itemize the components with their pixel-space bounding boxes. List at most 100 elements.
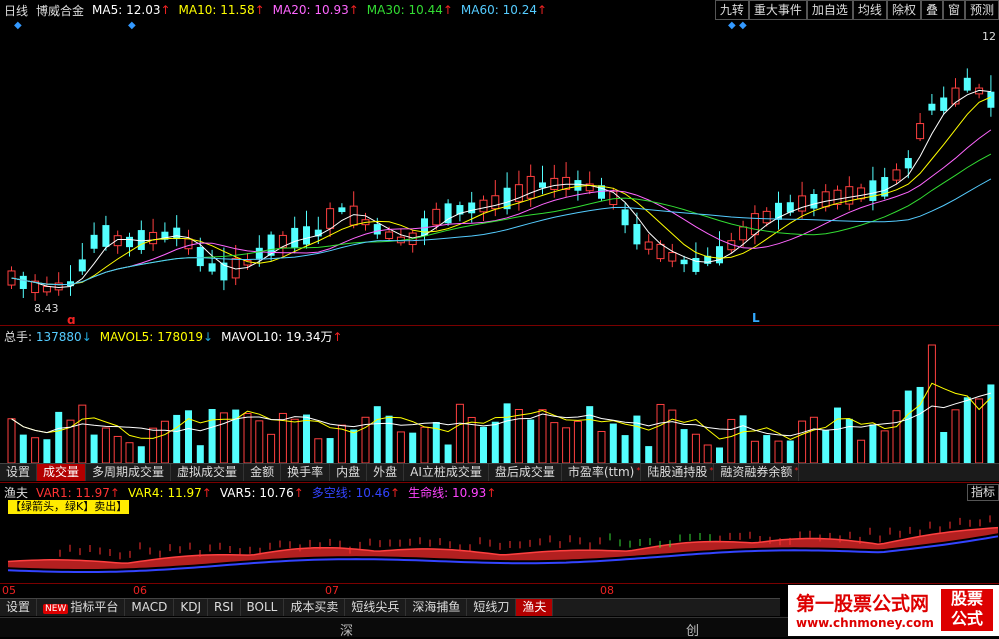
pane-divider[interactable]	[0, 325, 999, 326]
candle-body	[928, 103, 936, 111]
indicator-button[interactable]: 指标	[966, 484, 999, 501]
vol-tab-2[interactable]: 多周期成交量	[86, 464, 172, 481]
candle-body	[869, 180, 877, 201]
stock-name: 博威合金	[36, 3, 85, 18]
site-watermark: 第一股票公式网 www.chnmoney.com 股票 公式	[788, 585, 999, 636]
volume-bar	[173, 414, 181, 463]
vol-tab-1[interactable]: 成交量	[37, 464, 87, 481]
overlay-button[interactable]: 叠	[920, 0, 943, 20]
new-badge: NEW	[43, 604, 69, 614]
volume-bar	[940, 432, 948, 463]
volume-bar	[904, 390, 912, 463]
ma-line	[11, 178, 992, 286]
volume-bar	[562, 427, 571, 464]
volume-bar	[691, 433, 700, 464]
candlesticks	[7, 68, 995, 301]
candle-body	[656, 243, 665, 260]
signal-marker-q: q	[67, 313, 76, 324]
window-button[interactable]: 窗	[942, 0, 965, 20]
add-watchlist-button[interactable]: 加自选	[806, 0, 853, 20]
status-shanghai-label[interactable]: 深	[340, 620, 353, 639]
candle-body	[621, 209, 629, 226]
volume-bar	[255, 420, 264, 464]
indicator-tab-6[interactable]: 成本买卖	[284, 599, 346, 616]
candle-body	[609, 190, 618, 206]
vol-tab-0[interactable]: 设置	[0, 464, 38, 481]
volume-chart[interactable]	[0, 344, 999, 464]
candle-body	[479, 199, 488, 213]
volume-bar	[314, 438, 323, 464]
indicator-name[interactable]: 渔夫	[4, 484, 28, 501]
volume-bar	[916, 386, 924, 463]
candle-body	[987, 91, 995, 108]
ma-settings-button[interactable]: 均线	[852, 0, 887, 20]
candle-body	[539, 182, 546, 188]
candle-body	[739, 226, 748, 241]
long-short-line-legend: 多空线: 10.46↑	[311, 486, 401, 500]
vol-tab-3[interactable]: 虚拟成交量	[171, 464, 245, 481]
candle-body	[149, 231, 158, 245]
volume-ma-line	[11, 392, 992, 437]
vol-tab-9[interactable]: 盘后成交量	[489, 464, 562, 481]
major-events-button[interactable]: 重大事件	[748, 0, 807, 20]
candle-body	[432, 208, 441, 226]
volume-bar	[987, 384, 995, 463]
volume-bar	[326, 438, 334, 463]
volume-bar	[113, 435, 122, 464]
volume-bar	[196, 445, 204, 463]
jiuzhuan-button[interactable]: 九转	[714, 0, 749, 20]
vol-tab-8[interactable]: AI立桩成交量	[404, 464, 489, 481]
signal-marker-L: L	[752, 311, 760, 324]
pane-divider[interactable]	[0, 482, 999, 483]
volume-bar	[975, 398, 984, 464]
indicator-tab-1[interactable]: NEW 指标平台	[37, 599, 126, 616]
candle-body	[644, 241, 653, 250]
ex-rights-button[interactable]: 除权	[886, 0, 921, 20]
moving-average-lines	[11, 89, 992, 289]
vol-tab-12[interactable]: 融资融券余额 *	[714, 464, 800, 481]
tab-star-icon: *	[709, 466, 714, 475]
vol-tab-4[interactable]: 金额	[244, 464, 282, 481]
indicator-tab-2[interactable]: MACD	[125, 599, 175, 616]
indicator-chart[interactable]	[0, 505, 999, 583]
vol-tab-10[interactable]: 市盈率(ttm) *	[562, 464, 642, 481]
indicator-tab-8[interactable]: 深海捕鱼	[406, 599, 468, 616]
volume-bar	[869, 424, 877, 463]
mavol10-legend: MAVOL10: 19.34万↑	[221, 330, 343, 344]
var4-legend: VAR4: 11.97↑	[127, 485, 212, 500]
volume-bar	[243, 413, 252, 464]
volume-bar	[668, 409, 677, 464]
volume-bar	[219, 412, 228, 464]
price-chart[interactable]: 12 8.43 q L	[0, 28, 999, 324]
period-label[interactable]: 日线	[4, 2, 28, 19]
volume-bar	[373, 406, 381, 463]
volume-bar	[350, 429, 358, 463]
volume-bar	[290, 418, 299, 464]
volume-bars	[7, 344, 995, 464]
indicator-tab-5[interactable]: BOLL	[241, 599, 285, 616]
volume-bar	[396, 431, 405, 464]
volume-bar	[101, 427, 110, 464]
volume-bar	[78, 404, 87, 464]
indicator-tab-3[interactable]: KDJ	[174, 599, 208, 616]
forecast-button[interactable]: 预测	[964, 0, 999, 20]
status-chinext-label[interactable]: 创	[686, 620, 699, 639]
indicator-tab-0[interactable]: 设置	[0, 599, 38, 616]
date-label: 07	[325, 584, 339, 597]
candle-body	[102, 225, 110, 247]
indicator-tab-7[interactable]: 短线尖兵	[345, 599, 407, 616]
indicator-tab-9[interactable]: 短线刀	[467, 599, 517, 616]
volume-bar	[149, 427, 158, 464]
vol-tab-7[interactable]: 外盘	[367, 464, 405, 481]
tab-star-icon: *	[636, 466, 641, 475]
indicator-tab-4[interactable]: RSI	[208, 599, 241, 616]
watermark-title: 第一股票公式网	[796, 593, 930, 615]
volume-bar	[55, 411, 63, 463]
candle-body	[526, 175, 535, 199]
vol-tab-11[interactable]: 陆股通持股 *	[641, 464, 715, 481]
vol-tab-6[interactable]: 内盘	[330, 464, 368, 481]
candle-body	[680, 259, 688, 265]
indicator-tab-10[interactable]: 渔夫	[516, 599, 554, 616]
candle-body	[326, 208, 335, 229]
vol-tab-5[interactable]: 换手率	[281, 464, 331, 481]
